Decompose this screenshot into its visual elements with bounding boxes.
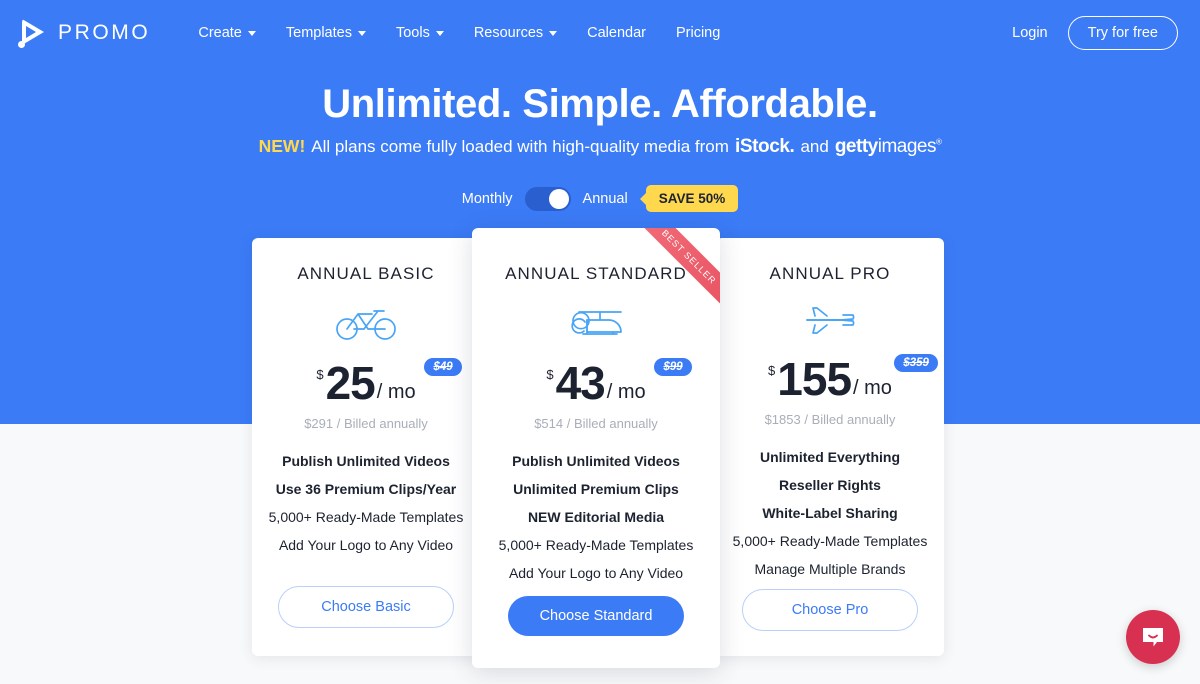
price-period: / mo (606, 380, 646, 403)
helicopter-icon (563, 300, 629, 344)
choose-pro-button[interactable]: Choose Pro (742, 588, 918, 631)
price-amount: 25 (325, 357, 376, 409)
currency-symbol: $ (316, 366, 324, 382)
chat-widget-button[interactable] (1126, 610, 1180, 664)
feature-item: Publish Unlimited Videos (512, 452, 680, 469)
pricing-page: PROMO Create Templates Tools Resources C… (0, 0, 1200, 684)
old-price-badge: $49 (424, 358, 462, 376)
feature-item: 5,000+ Ready-Made Templates (498, 536, 694, 553)
feature-item: Manage Multiple Brands (754, 560, 906, 577)
feature-item: Publish Unlimited Videos (282, 452, 450, 469)
price-amount: 155 (777, 353, 852, 405)
bicycle-icon (334, 300, 398, 344)
feature-item: Use 36 Premium Clips/Year (275, 480, 457, 497)
feature-item: NEW Editorial Media (527, 508, 665, 525)
feature-list: Unlimited Everything Reseller Rights Whi… (716, 449, 944, 589)
airplane-icon (797, 300, 863, 340)
price-row: $ 43 / mo $99 (546, 357, 692, 409)
feature-item: 5,000+ Ready-Made Templates (268, 508, 464, 525)
chat-bubble-smile-icon (1143, 628, 1163, 647)
price-row: $ 25 / mo $49 (316, 357, 462, 409)
price-row: $ 155 / mo $359 (768, 353, 938, 405)
feature-item: Add Your Logo to Any Video (508, 564, 684, 581)
choose-standard-button[interactable]: Choose Standard (508, 596, 684, 636)
pricing-card-standard: BEST SELLER ANNUAL STANDARD $ 43 / mo $9… (472, 228, 720, 668)
feature-list: Publish Unlimited Videos Use 36 Premium … (252, 453, 480, 565)
feature-item: Unlimited Everything (759, 448, 901, 465)
price-period: / mo (853, 376, 892, 399)
pricing-card-pro: ANNUAL PRO $ 155 / mo $359 $1853 / Bille… (716, 238, 944, 656)
feature-item: Add Your Logo to Any Video (278, 536, 454, 553)
old-price-badge: $359 (894, 354, 938, 372)
feature-item: Unlimited Premium Clips (513, 480, 679, 497)
price-amount: 43 (555, 357, 606, 409)
billed-annually-note: $514 / Billed annually (534, 415, 658, 431)
old-price-badge: $99 (654, 358, 692, 376)
pricing-card-basic: ANNUAL BASIC $ 25 / mo $49 $291 / Billed… (252, 238, 480, 656)
feature-item: 5,000+ Ready-Made Templates (732, 532, 928, 549)
billed-annually-note: $291 / Billed annually (304, 415, 428, 431)
feature-item: White-Label Sharing (762, 504, 898, 521)
currency-symbol: $ (768, 362, 776, 378)
plan-title: ANNUAL PRO (769, 264, 891, 283)
plan-title: ANNUAL STANDARD (505, 264, 687, 283)
choose-basic-button[interactable]: Choose Basic (278, 586, 454, 628)
plan-title: ANNUAL BASIC (297, 264, 435, 283)
price-period: / mo (376, 380, 416, 403)
billed-annually-note: $1853 / Billed annually (764, 411, 896, 427)
feature-list: Publish Unlimited Videos Unlimited Premi… (472, 453, 720, 593)
feature-item: Reseller Rights (779, 476, 881, 493)
pricing-cards-container: ANNUAL BASIC $ 25 / mo $49 $291 / Billed… (0, 0, 1200, 684)
currency-symbol: $ (546, 366, 554, 382)
